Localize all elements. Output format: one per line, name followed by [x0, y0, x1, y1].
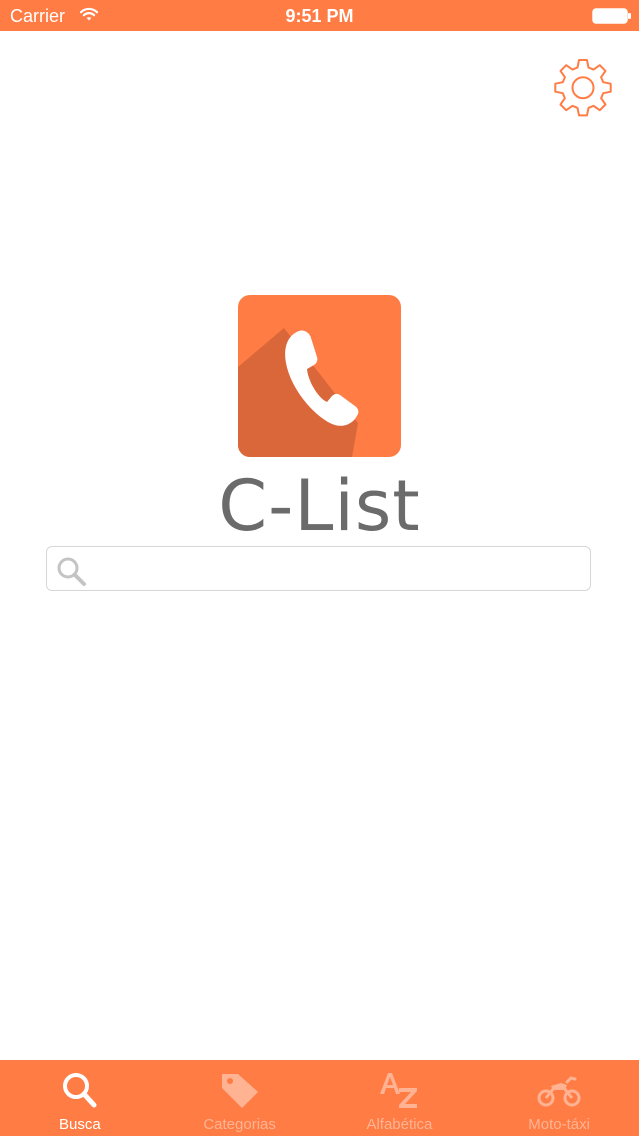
tab-categorias[interactable]: Categorias — [160, 1060, 320, 1136]
app-name: C-List — [218, 465, 421, 547]
search-icon — [62, 1073, 97, 1108]
settings-button[interactable] — [550, 54, 616, 120]
search-input[interactable] — [93, 551, 587, 588]
status-time: 9:51 PM — [285, 6, 354, 26]
motorcycle-icon — [537, 1076, 581, 1107]
tab-bar: Busca Categorias Alfabética Moto-táxi — [0, 1060, 639, 1136]
search-box[interactable] — [46, 546, 591, 591]
tab-busca[interactable]: Busca — [0, 1060, 160, 1136]
tab-label: Busca — [59, 1116, 101, 1133]
tab-alfabetica[interactable]: Alfabética — [320, 1060, 480, 1136]
tab-label: Moto-táxi — [528, 1116, 590, 1133]
alphabet-az-icon — [380, 1073, 418, 1108]
battery-icon — [592, 8, 631, 24]
search-icon — [57, 557, 86, 586]
tab-moto-taxi[interactable]: Moto-táxi — [479, 1060, 639, 1136]
tab-label: Alfabética — [366, 1116, 433, 1133]
app-screen: Carrier 9:51 PM C-List Busca Categorias … — [0, 0, 639, 1136]
status-bar: Carrier 9:51 PM — [0, 0, 639, 31]
app-logo — [238, 295, 401, 457]
tag-icon — [221, 1074, 258, 1108]
tab-label: Categorias — [203, 1116, 276, 1133]
gear-icon — [554, 59, 612, 117]
